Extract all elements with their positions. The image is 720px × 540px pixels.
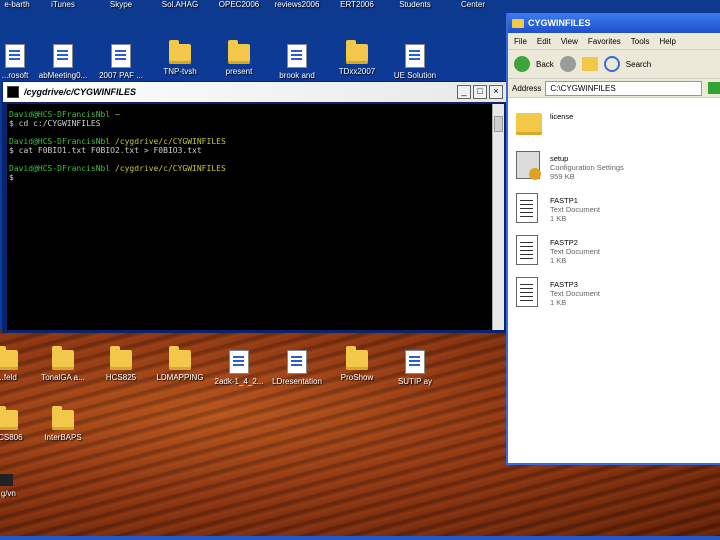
file-list: license setup Configuration Settings 959… <box>508 109 720 319</box>
folder-icon <box>346 40 368 64</box>
desktop-icon[interactable]: UE Solution <box>380 44 450 80</box>
minimize-button[interactable]: _ <box>457 85 471 99</box>
application-icon <box>405 350 425 374</box>
terminal-line: $ cat F0BIO1.txt F0BIO2.txt > F0BIO3.txt <box>9 146 202 155</box>
menu-tools[interactable]: Tools <box>631 37 650 46</box>
folder-icon <box>169 40 191 64</box>
folder-icon <box>52 406 74 430</box>
shortcut-icon <box>0 474 13 486</box>
word-document-icon <box>53 44 73 68</box>
menu-help[interactable]: Help <box>659 37 675 46</box>
terminal-line: David@HCS-DFrancisNbl /cygdrive/c/CYGWIN… <box>9 137 226 146</box>
folder-icon <box>169 346 191 370</box>
text-file-icon <box>516 193 538 223</box>
search-button-label[interactable]: Search <box>626 60 651 69</box>
item-size: 1 KB <box>550 256 567 265</box>
desktop-icon-label: InterBAPS <box>44 433 82 442</box>
item-name: license <box>550 112 574 121</box>
maximize-button[interactable]: □ <box>473 85 487 99</box>
explorer-title: CYGWINFILES <box>528 18 591 28</box>
scrollbar-thumb[interactable] <box>494 116 503 132</box>
folder-icon <box>0 346 18 370</box>
item-size: 1 KB <box>550 214 567 223</box>
list-item-license[interactable]: license <box>508 109 720 151</box>
text-file-icon <box>516 235 538 265</box>
terminal-screen[interactable]: David@HCS-DFrancisNbl ~ $ cd c:/CYGWINFIL… <box>7 104 492 330</box>
menu-view[interactable]: View <box>561 37 578 46</box>
search-icon[interactable] <box>603 56 620 72</box>
item-name: FASTP2 <box>550 238 578 247</box>
item-type: Configuration Settings <box>550 163 624 172</box>
desktop-icon[interactable]: InterBAPS <box>28 406 98 442</box>
installer-icon <box>229 350 249 374</box>
setup-icon <box>516 151 541 180</box>
terminal-line: David@HCS-DFrancisNbl ~ <box>9 110 120 119</box>
text-file-icon <box>516 277 538 307</box>
explorer-window[interactable]: CYGWINFILES File Edit View Favorites Too… <box>506 13 720 465</box>
list-item-fastp3[interactable]: FASTP3 Text Document 1 KB <box>508 277 720 319</box>
terminal-titlebar[interactable]: /cygdrive/c/CYGWINFILES _ □ × <box>3 82 506 102</box>
up-folder-icon[interactable] <box>581 57 598 71</box>
list-item-fastp2[interactable]: FASTP2 Text Document 1 KB <box>508 235 720 277</box>
address-bar: Address C:\CYGWINFILES <box>508 79 720 98</box>
desktop-icon[interactable]: SUTIP ay <box>380 350 450 386</box>
back-arrow-icon[interactable] <box>514 56 530 72</box>
desktop-icon-label: UE Solution <box>393 71 437 80</box>
explorer-titlebar[interactable]: CYGWINFILES <box>508 13 720 33</box>
address-input[interactable]: C:\CYGWINFILES <box>545 80 702 96</box>
terminal-icon <box>7 86 19 98</box>
explorer-toolbar: Back Search <box>508 50 720 79</box>
menu-favorites[interactable]: Favorites <box>588 37 621 46</box>
item-type: Text Document <box>550 247 601 256</box>
item-type: Text Document <box>550 289 601 298</box>
item-size: 1 KB <box>550 298 567 307</box>
go-arrow-icon[interactable] <box>708 82 720 94</box>
list-item-fastp1[interactable]: FASTP1 Text Document 1 KB <box>508 193 720 235</box>
forward-arrow-icon[interactable] <box>559 56 576 72</box>
taskbar[interactable] <box>0 536 720 540</box>
document-icon <box>111 44 131 68</box>
document-icon <box>287 44 307 68</box>
folder-icon <box>228 40 250 64</box>
terminal-prompt-line: $ <box>9 173 14 182</box>
desktop-icon[interactable]: ...g/vn <box>0 474 40 498</box>
document-icon <box>5 44 25 68</box>
list-item-setup[interactable]: setup Configuration Settings 959 KB <box>508 151 720 193</box>
application-icon <box>405 44 425 68</box>
desktop-icon-label: SUTIP ay <box>397 377 433 386</box>
folder-icon <box>512 18 524 28</box>
address-label: Address <box>512 83 542 93</box>
terminal-title: /cygdrive/c/CYGWINFILES <box>24 87 137 97</box>
close-button[interactable]: × <box>489 85 503 99</box>
folder-icon <box>0 406 18 430</box>
desktop-icon[interactable]: Center <box>438 0 508 9</box>
terminal-line: David@HCS-DFrancisNbl /cygdrive/c/CYGWIN… <box>9 164 226 173</box>
terminal-line: $ cd c:/CYGWINFILES <box>9 119 101 128</box>
item-type: Text Document <box>550 205 601 214</box>
document-icon <box>287 350 307 374</box>
desktop-icon-label: Center <box>460 0 485 9</box>
desktop-icon-label: ...g/vn <box>0 489 16 498</box>
terminal-scrollbar[interactable] <box>492 104 504 330</box>
cygwin-terminal-window[interactable]: /cygdrive/c/CYGWINFILES _ □ × David@HCS-… <box>2 81 507 333</box>
folder-icon <box>516 113 542 135</box>
menubar: File Edit View Favorites Tools Help <box>508 33 720 50</box>
item-name: setup <box>550 154 569 163</box>
item-name: FASTP3 <box>550 280 578 289</box>
folder-icon <box>346 346 368 370</box>
back-button-label[interactable]: Back <box>536 60 554 69</box>
item-size: 959 KB <box>550 172 575 181</box>
folder-icon <box>52 346 74 370</box>
item-name: FASTP1 <box>550 196 578 205</box>
menu-file[interactable]: File <box>514 37 527 46</box>
folder-icon <box>110 346 132 370</box>
menu-edit[interactable]: Edit <box>537 37 551 46</box>
